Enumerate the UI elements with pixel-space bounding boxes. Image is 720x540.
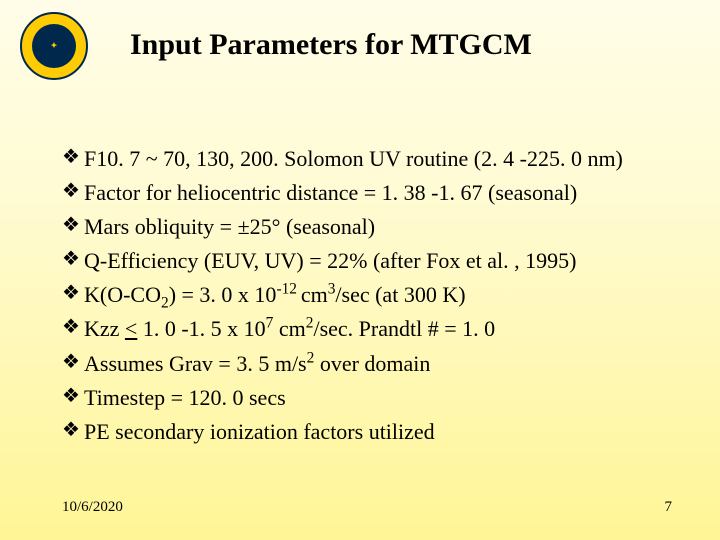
bullet-icon: ❖: [62, 347, 84, 378]
list-item: ❖ PE secondary ionization factors utiliz…: [62, 415, 680, 449]
seal-emblem-icon: ✦: [51, 42, 58, 50]
bullet-icon: ❖: [62, 210, 84, 241]
bullet-icon: ❖: [62, 381, 84, 412]
seal-inner-circle: ✦: [32, 24, 76, 68]
bullet-text: Kzz < 1. 0 -1. 5 x 107 cm2/sec. Prandtl …: [84, 312, 680, 346]
bullet-list: ❖ F10. 7 ~ 70, 130, 200. Solomon UV rout…: [62, 142, 680, 449]
list-item: ❖ Timestep = 120. 0 secs: [62, 381, 680, 415]
bullet-icon: ❖: [62, 142, 84, 173]
bullet-icon: ❖: [62, 176, 84, 207]
bullet-text: K(O-CO2) = 3. 0 x 10-12 cm3/sec (at 300 …: [84, 278, 680, 312]
slide: ✦ Input Parameters for MTGCM ❖ F10. 7 ~ …: [0, 0, 720, 540]
bullet-icon: ❖: [62, 278, 84, 309]
bullet-text: Q-Efficiency (EUV, UV) = 22% (after Fox …: [84, 244, 680, 278]
list-item: ❖ K(O-CO2) = 3. 0 x 10-12 cm3/sec (at 30…: [62, 278, 680, 312]
list-item: ❖ Q-Efficiency (EUV, UV) = 22% (after Fo…: [62, 244, 680, 278]
bullet-text: Assumes Grav = 3. 5 m/s2 over domain: [84, 347, 680, 381]
university-seal-logo: ✦: [20, 12, 88, 80]
footer-page-number: 7: [665, 499, 673, 516]
seal-outer-ring: ✦: [20, 12, 88, 80]
bullet-icon: ❖: [62, 312, 84, 343]
footer-date: 10/6/2020: [62, 499, 123, 516]
bullet-text: Timestep = 120. 0 secs: [84, 381, 680, 415]
slide-footer: 10/6/2020 7: [62, 499, 672, 516]
slide-title: Input Parameters for MTGCM: [130, 28, 680, 62]
bullet-text: PE secondary ionization factors utilized: [84, 415, 680, 449]
bullet-text: Factor for heliocentric distance = 1. 38…: [84, 176, 680, 210]
list-item: ❖ Factor for heliocentric distance = 1. …: [62, 176, 680, 210]
list-item: ❖ F10. 7 ~ 70, 130, 200. Solomon UV rout…: [62, 142, 680, 176]
list-item: ❖ Mars obliquity = ±25° (seasonal): [62, 210, 680, 244]
list-item: ❖ Kzz < 1. 0 -1. 5 x 107 cm2/sec. Prandt…: [62, 312, 680, 346]
bullet-text: F10. 7 ~ 70, 130, 200. Solomon UV routin…: [84, 142, 680, 176]
bullet-text: Mars obliquity = ±25° (seasonal): [84, 210, 680, 244]
list-item: ❖ Assumes Grav = 3. 5 m/s2 over domain: [62, 347, 680, 381]
bullet-icon: ❖: [62, 415, 84, 446]
bullet-icon: ❖: [62, 244, 84, 275]
